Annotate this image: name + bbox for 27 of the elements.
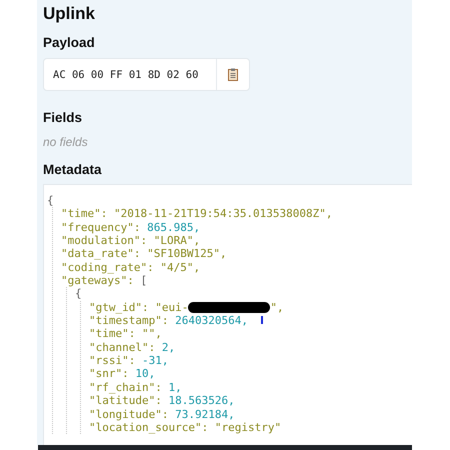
code-line: "snr": 10, — [89, 367, 156, 381]
code-line: "rssi": -31, — [89, 354, 168, 368]
empty-message: no fields — [43, 135, 88, 149]
clipboard-icon — [228, 68, 238, 81]
section-heading: Payload — [43, 35, 95, 50]
text-cursor — [261, 316, 263, 324]
code-line: "latitude": 18.563526, — [89, 394, 235, 408]
section-title: Uplink — [43, 4, 96, 24]
code-line: "modulation": "LORA", — [61, 234, 200, 248]
code-line: "longitude": 73.92184, — [89, 408, 235, 421]
code-line: "channel": 2, — [89, 340, 176, 354]
code-line: "location_source": "registry" — [89, 420, 282, 434]
code-line: "data_rate": "SF10BW125", — [61, 247, 227, 261]
code-line: "timestamp": 2640320564, — [89, 314, 248, 328]
code-line: { — [75, 287, 82, 301]
section-heading: Metadata — [43, 162, 102, 177]
code-line: "gateways": [ — [61, 274, 148, 288]
payload-value: AC 06 00 FF 01 8D 02 60 — [53, 68, 198, 80]
code-line: "coding_rate": "4/5", — [61, 260, 200, 274]
section-heading: Fields — [43, 110, 82, 125]
code-line: { — [47, 194, 54, 208]
code-line: "frequency": 865.985, — [61, 220, 200, 234]
code-text: ", — [270, 300, 284, 314]
code-line: "rf_chain": 1, — [89, 380, 182, 394]
code-line: "gtw_id": "eui- — [89, 300, 188, 314]
code-line: "time": "2018-11-21T19:54:35.013538008Z", — [61, 207, 333, 221]
code-line: "time": "", — [89, 327, 162, 341]
